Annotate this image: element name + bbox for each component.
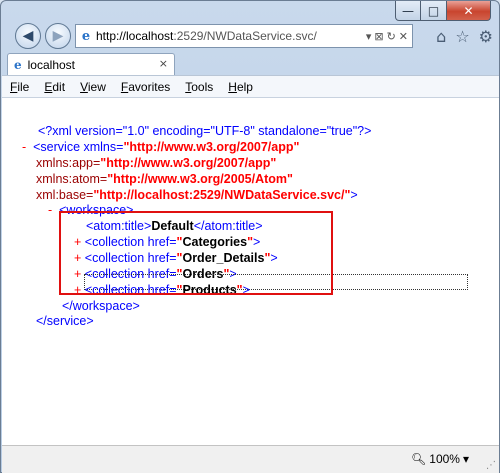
- tab-label: localhost: [27, 57, 76, 72]
- settings-gear-icon[interactable]: ⚙: [479, 27, 493, 46]
- xmlns-atom-line: xmlns:atom="http://www.w3.org/2005/Atom": [36, 172, 293, 186]
- menu-tools[interactable]: Tools: [185, 80, 213, 94]
- resize-grip-icon[interactable]: ⋰: [486, 460, 496, 471]
- home-icon[interactable]: ⌂: [436, 27, 446, 46]
- collapse-service-toggle[interactable]: -: [22, 140, 26, 154]
- forward-button[interactable]: ▶: [45, 23, 71, 49]
- navigation-bar: ◀ ▶ e http://localhost:2529/NWDataServic…: [1, 19, 500, 53]
- collapse-workspace-toggle[interactable]: -: [48, 203, 52, 217]
- tab-close-icon[interactable]: ×: [159, 57, 168, 70]
- ie-tab-icon: e: [14, 57, 22, 72]
- favorites-star-icon[interactable]: ☆: [455, 27, 469, 46]
- menu-file[interactable]: File: [10, 80, 29, 94]
- xml-declaration: <?xml version="1.0" encoding="UTF-8" sta…: [38, 124, 372, 138]
- address-bar[interactable]: e http://localhost:2529/NWDataService.sv…: [75, 24, 413, 48]
- workspace-close-line: </workspace>: [62, 299, 140, 313]
- service-close-line: </service>: [36, 314, 94, 328]
- highlight-annotation-box: [59, 211, 333, 295]
- close-window-button[interactable]: ✕: [447, 1, 491, 21]
- forward-arrow-icon: ▶: [52, 28, 64, 44]
- address-path: :2529/NWDataService.svc/: [173, 29, 317, 43]
- back-arrow-icon: ◀: [22, 28, 34, 44]
- caption-buttons: — □ ✕: [395, 1, 491, 21]
- xml-document-view: <?xml version="1.0" encoding="UTF-8" sta…: [2, 97, 499, 445]
- browser-window: — □ ✕ ◀ ▶ e http://localhost:2529/NWData…: [0, 0, 500, 473]
- zoom-level: 100%: [429, 452, 460, 466]
- service-open-line: - <service xmlns="http://www.w3.org/2007…: [22, 140, 300, 154]
- zoom-magnifier-icon: 🔍︎: [411, 452, 427, 466]
- menu-help[interactable]: Help: [228, 80, 253, 94]
- xmlns-app-line: xmlns:app="http://www.w3.org/2007/app": [36, 156, 277, 170]
- back-button[interactable]: ◀: [15, 23, 41, 49]
- address-url[interactable]: http://localhost:2529/NWDataService.svc/: [96, 29, 366, 43]
- zoom-control[interactable]: 🔍︎ 100% ▾: [411, 452, 469, 466]
- compat-view-icon[interactable]: ⊠: [374, 30, 383, 43]
- address-tools: ▾ ⊠ ↻ ✕: [366, 30, 412, 43]
- stop-icon[interactable]: ✕: [399, 30, 408, 43]
- maximize-button[interactable]: □: [421, 1, 447, 21]
- refresh-icon[interactable]: ↻: [387, 30, 396, 43]
- address-dropdown-icon[interactable]: ▾: [366, 30, 372, 43]
- menu-bar: File Edit View Favorites Tools Help: [2, 75, 499, 97]
- status-bar: 🔍︎ 100% ▾ ⋰: [2, 445, 499, 473]
- xml-base-line: xml:base="http://localhost:2529/NWDataSe…: [36, 188, 358, 202]
- menu-edit[interactable]: Edit: [44, 80, 65, 94]
- toolbar-icons: ⌂ ☆ ⚙: [436, 27, 493, 46]
- minimize-button[interactable]: —: [395, 1, 421, 21]
- menu-favorites[interactable]: Favorites: [121, 80, 170, 94]
- zoom-dropdown-icon: ▾: [462, 452, 469, 466]
- tab-localhost[interactable]: e localhost ×: [7, 53, 175, 75]
- menu-view[interactable]: View: [80, 80, 106, 94]
- ie-page-icon: e: [81, 28, 91, 44]
- tab-strip: e localhost ×: [1, 53, 500, 75]
- address-host: http://localhost: [96, 29, 174, 43]
